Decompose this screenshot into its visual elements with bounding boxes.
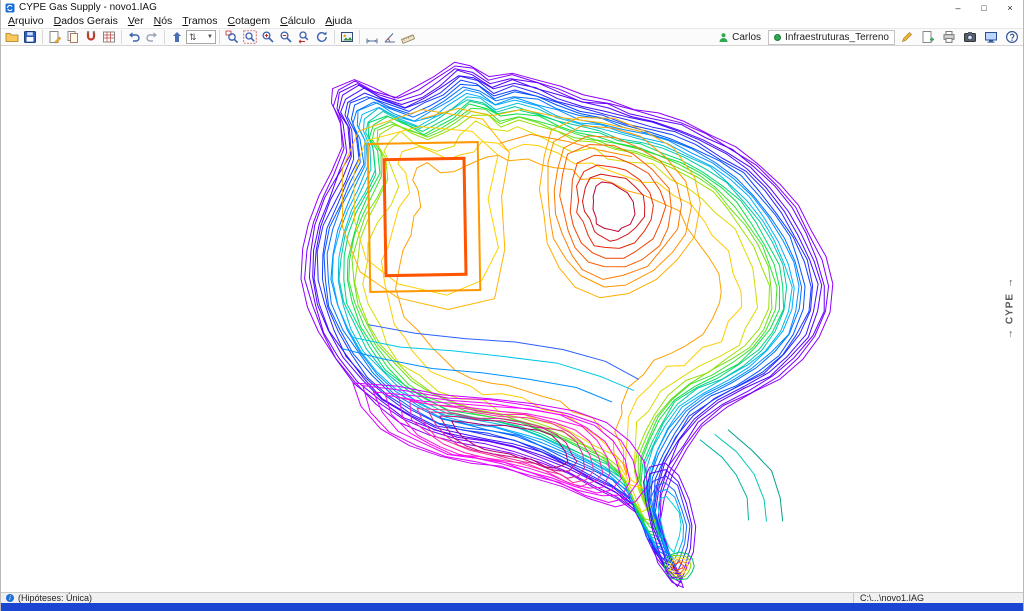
help-button[interactable] [1003,29,1021,45]
tool-bar: ⇅ ▼ [1,28,1023,46]
chevron-down-icon: ▼ [207,34,213,40]
refresh-icon [315,30,329,44]
angle-icon [383,30,397,44]
redo-arrow-icon [145,30,159,44]
zoom-previous-icon [297,30,311,44]
window-title: CYPE Gas Supply - novo1.IAG [19,2,157,13]
info-icon: i [6,594,14,602]
plan-view-button[interactable] [338,29,356,45]
toolbar-separator [42,30,43,44]
menu-item-nos[interactable]: Nós [149,15,178,28]
toolbar-separator [121,30,122,44]
grid-sheet-icon [102,30,116,44]
undo-button[interactable] [125,29,143,45]
add-element-button[interactable] [919,29,937,45]
edit-data-button[interactable] [46,29,64,45]
level-selector-combo[interactable]: ⇅ ▼ [186,30,216,44]
toolbar-separator [219,30,220,44]
menu-item-calculo[interactable]: Cálculo [275,15,320,28]
watermark-label: CYPE [1005,293,1016,324]
menu-item-cotagem[interactable]: Cotagem [223,15,276,28]
menu-bar: Arquivo Dados Gerais Ver Nós Tramos Cota… [1,15,1023,28]
snap-button[interactable] [82,29,100,45]
up-arrow-icon: → [1005,278,1016,288]
copy-sheets-icon [66,30,80,44]
maximize-button[interactable]: □ [971,0,997,15]
spreadsheet-button[interactable] [100,29,118,45]
sheet-plus-icon [921,30,935,44]
close-button[interactable]: × [997,0,1023,15]
status-bar: i (Hipóteses: Única) C:\...\novo1.IAG [1,592,1023,603]
question-mark-icon [1005,30,1019,44]
layer-name-label: Infraestruturas_Terreno [785,32,889,43]
zoom-out-button[interactable] [277,29,295,45]
up-arrow-icon: → [1005,329,1016,339]
display-config-button[interactable] [982,29,1000,45]
hypothesis-label: (Hipóteses: Única) [18,593,92,603]
toolbar-separator [334,30,335,44]
menu-item-dados-gerais[interactable]: Dados Gerais [49,15,123,28]
zoom-in-icon [261,30,275,44]
monitor-icon [984,30,998,44]
menu-item-arquivo[interactable]: Arquivo [3,15,49,28]
folder-open-icon [5,30,19,44]
minimize-button[interactable]: – [945,0,971,15]
print-button[interactable] [940,29,958,45]
cype-watermark: → CYPE → [1004,273,1017,345]
ruler-icon [401,30,415,44]
picture-icon [340,30,354,44]
dimension-ruler-button[interactable] [399,29,417,45]
title-bar: CYPE Gas Supply - novo1.IAG – □ × [1,0,1023,15]
file-path-label: C:\...\novo1.IAG [853,593,1023,603]
copy-button[interactable] [64,29,82,45]
status-left-cell: i (Hipóteses: Única) [1,593,853,603]
zoom-previous-button[interactable] [295,29,313,45]
redraw-button[interactable] [313,29,331,45]
camera-icon [963,30,977,44]
combo-arrows-icon: ⇅ [189,32,197,43]
up-arrow-icon [170,30,184,44]
user-icon [718,32,729,43]
drawing-canvas[interactable]: → CYPE → [1,46,1023,592]
magnet-icon [84,30,98,44]
window-controls: – □ × [945,0,1023,15]
layer-indicator[interactable]: Infraestruturas_Terreno [768,30,895,45]
open-button[interactable] [3,29,21,45]
zoom-all-icon [243,30,257,44]
redo-button[interactable] [143,29,161,45]
dimension-angle-button[interactable] [381,29,399,45]
menu-item-ajuda[interactable]: Ajuda [320,15,357,28]
menu-item-tramos[interactable]: Tramos [177,15,222,28]
undo-arrow-icon [127,30,141,44]
app-window: CYPE Gas Supply - novo1.IAG – □ × Arquiv… [0,0,1024,611]
zoom-out-icon [279,30,293,44]
up-level-button[interactable] [168,29,186,45]
user-name-label: Carlos [732,32,761,43]
menu-item-ver[interactable]: Ver [123,15,149,28]
contour-map [1,46,1023,592]
pencil-icon [900,30,914,44]
zoom-in-button[interactable] [259,29,277,45]
taskbar [1,603,1023,611]
edit-layer-button[interactable] [898,29,916,45]
printer-icon [942,30,956,44]
zoom-all-button[interactable] [241,29,259,45]
toolbar-separator [359,30,360,44]
floppy-disk-icon [23,30,37,44]
capture-button[interactable] [961,29,979,45]
toolbar-separator [164,30,165,44]
zoom-window-button[interactable] [223,29,241,45]
save-button[interactable] [21,29,39,45]
user-config-button[interactable]: Carlos [714,30,765,45]
sheet-pencil-icon [48,30,62,44]
app-icon [5,3,15,13]
dimension-line-icon [365,30,379,44]
zoom-window-icon [225,30,239,44]
dimension-linear-button[interactable] [363,29,381,45]
layer-status-icon [774,34,781,41]
toolbar-right-group: Carlos Infraestruturas_Terreno [714,29,1021,45]
